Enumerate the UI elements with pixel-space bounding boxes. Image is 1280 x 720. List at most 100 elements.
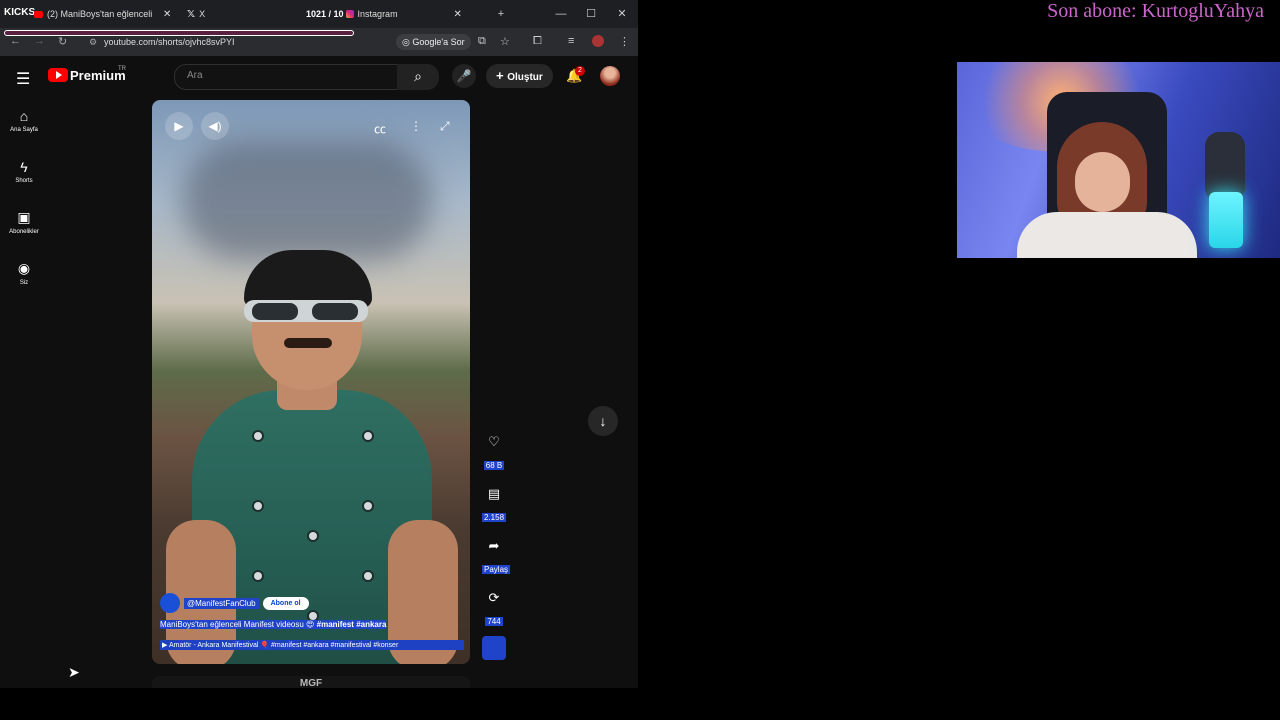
notification-badge: 2 bbox=[575, 66, 585, 76]
short-video-player[interactable]: ▶ ◀) ㏄ ⋮ ⤢ bbox=[152, 100, 470, 664]
tab-counter: 1021 / 10 bbox=[306, 9, 344, 19]
x-logo-icon: 𝕏 bbox=[187, 8, 196, 20]
video-title[interactable]: ManiBoys'tan eğlenceli Manifest videosu … bbox=[160, 620, 460, 629]
share-button[interactable]: ➦ bbox=[482, 538, 506, 554]
next-video-button[interactable]: ↓ bbox=[588, 406, 618, 436]
webcam-feed bbox=[957, 62, 1280, 258]
video-scene-lens bbox=[252, 303, 298, 320]
channel-name[interactable]: @ManifestFanClub bbox=[184, 597, 259, 609]
video-title-text: ManiBoys'tan eğlenceli Manifest videosu … bbox=[160, 620, 317, 629]
youtube-logo-icon[interactable] bbox=[48, 68, 68, 82]
install-icon[interactable]: ⧉ bbox=[478, 35, 486, 48]
search-input[interactable] bbox=[185, 69, 389, 82]
search-button[interactable]: ⌕ bbox=[397, 64, 439, 90]
profile-icon[interactable] bbox=[592, 35, 604, 47]
back-icon[interactable]: ← bbox=[10, 35, 21, 47]
forward-icon[interactable]: → bbox=[34, 35, 45, 47]
grommet bbox=[362, 430, 374, 442]
fullscreen-icon[interactable]: ⤢ bbox=[440, 119, 450, 134]
play-icon: ▶ bbox=[174, 119, 184, 133]
arrow-down-icon: ↓ bbox=[599, 413, 607, 429]
mouse-cursor-icon: ➤ bbox=[68, 664, 80, 680]
url-field[interactable]: youtube.com/shorts/ojvhc8svPYI bbox=[84, 33, 404, 51]
tab-x[interactable]: 𝕏 X bbox=[187, 4, 227, 24]
channel-avatar[interactable] bbox=[160, 593, 180, 613]
sidebar-item-you[interactable]: ◉ Siz bbox=[0, 260, 48, 286]
remix-button[interactable]: ⟳ bbox=[482, 590, 506, 606]
close-icon[interactable]: ✕ bbox=[454, 9, 462, 20]
webcam-face bbox=[1075, 152, 1130, 212]
reload-icon[interactable]: ↻ bbox=[58, 35, 67, 48]
tab-instagram[interactable]: 1021 / 10 Instagram ✕ bbox=[306, 4, 486, 24]
tab-youtube[interactable]: (2) ManiBoys'tan eğlenceli Ma ✕ bbox=[34, 4, 174, 24]
grommet bbox=[362, 500, 374, 512]
volume-icon: ◀) bbox=[208, 119, 222, 133]
subscribe-button[interactable]: Abone ol bbox=[262, 596, 309, 610]
close-icon[interactable]: ✕ bbox=[163, 9, 171, 20]
grommet bbox=[252, 430, 264, 442]
minimize-icon[interactable]: — bbox=[553, 6, 569, 22]
browser-window: KICKS (2) ManiBoys'tan eğlenceli Ma ✕ 𝕏 … bbox=[0, 0, 638, 688]
video-scene-cloud bbox=[182, 140, 432, 260]
site-info-icon[interactable]: ⚙ bbox=[89, 37, 97, 48]
tab-label: Instagram bbox=[357, 9, 398, 19]
google-sor-label: Google'a Sor bbox=[412, 37, 465, 47]
webcam-body bbox=[1017, 212, 1197, 258]
last-subscriber-text: Son abone: KurtogluYahya bbox=[1047, 0, 1264, 22]
comments-button[interactable]: ▤ bbox=[482, 486, 506, 502]
heart-icon: ♡ bbox=[488, 434, 500, 449]
play-button[interactable]: ▶ bbox=[165, 112, 193, 140]
sidebar-item-home[interactable]: ⌂ Ana Sayfa bbox=[0, 108, 48, 133]
video-title-tags[interactable]: #manifest #ankara bbox=[316, 620, 387, 629]
music-label: Amatör - Ankara Manifestival 🎈 #manifest… bbox=[168, 642, 399, 649]
window-close-icon[interactable]: ✕ bbox=[614, 6, 630, 22]
video-scene-mustache bbox=[284, 338, 332, 348]
reading-list-icon[interactable]: ≡ bbox=[568, 35, 574, 47]
sidebar-item-label: Siz bbox=[19, 280, 29, 286]
sidebar-item-label: Shorts bbox=[15, 178, 33, 184]
comment-count: 2.158 bbox=[482, 513, 507, 522]
voice-search-button[interactable]: 🎤 bbox=[452, 64, 476, 88]
browser-menu-icon[interactable]: ⋮ bbox=[619, 35, 630, 48]
next-short-preview[interactable]: MGF bbox=[152, 676, 470, 688]
youtube-icon bbox=[34, 10, 43, 18]
subscriptions-icon: ▣ bbox=[17, 209, 31, 225]
sidebar-item-subscriptions[interactable]: ▣ Abonelikler bbox=[0, 209, 48, 235]
google-sor-button[interactable]: ◎ Google'a Sor bbox=[396, 34, 471, 50]
maximize-icon[interactable]: ☐ bbox=[583, 6, 599, 22]
mute-button[interactable]: ◀) bbox=[201, 112, 229, 140]
search-icon: ⌕ bbox=[414, 68, 422, 84]
like-button[interactable]: ♡ bbox=[482, 434, 506, 450]
like-count: 68 B bbox=[483, 461, 505, 470]
captions-icon[interactable]: ㏄ bbox=[374, 120, 386, 137]
tab-label: X bbox=[199, 9, 206, 19]
you-icon: ◉ bbox=[17, 260, 31, 276]
comment-icon: ▤ bbox=[487, 486, 501, 501]
sound-thumbnail[interactable] bbox=[482, 636, 506, 660]
sidebar-item-label: Abonelikler bbox=[9, 229, 39, 235]
region-code: TR bbox=[118, 66, 126, 72]
plus-icon: + bbox=[496, 68, 508, 83]
grommet bbox=[252, 570, 264, 582]
bookmark-star-icon[interactable]: ☆ bbox=[500, 35, 510, 48]
create-label: Oluştur bbox=[507, 72, 543, 83]
sidebar-item-shorts[interactable]: ϟ Shorts bbox=[0, 159, 48, 184]
hamburger-menu-icon[interactable]: ☰ bbox=[16, 69, 30, 89]
tab-label: (2) ManiBoys'tan eğlenceli Ma bbox=[47, 9, 155, 19]
microphone-icon: 🎤 bbox=[456, 69, 472, 83]
instagram-icon bbox=[345, 10, 354, 18]
new-tab-icon[interactable]: + bbox=[493, 6, 509, 22]
remix-icon: ⟳ bbox=[488, 590, 500, 605]
more-options-icon[interactable]: ⋮ bbox=[410, 119, 422, 133]
extensions-icon[interactable]: ⧠ bbox=[533, 35, 542, 48]
share-label: Paylaş bbox=[482, 565, 511, 574]
search-box bbox=[174, 64, 398, 90]
music-link[interactable]: ▶ Amatör - Ankara Manifestival 🎈 #manife… bbox=[160, 640, 464, 650]
sidebar-item-label: Ana Sayfa bbox=[10, 127, 38, 133]
remix-count: 744 bbox=[485, 617, 503, 626]
grommet bbox=[362, 570, 374, 582]
create-button[interactable]: + Oluştur bbox=[486, 64, 553, 88]
avatar[interactable] bbox=[600, 66, 620, 86]
shorts-icon: ϟ bbox=[20, 159, 28, 175]
channel-row: @ManifestFanClub Abone ol bbox=[160, 593, 309, 613]
